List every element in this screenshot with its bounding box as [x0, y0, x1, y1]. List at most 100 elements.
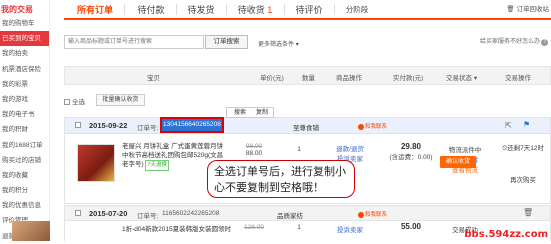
- order-tabs: 所有订单 待付款 待发货 待收货 1 待评价 分阶段 🗑 订单回收站: [64, 0, 551, 20]
- order-number-label: 订单号:: [137, 213, 159, 220]
- tab-pending-review[interactable]: 待评价: [290, 2, 328, 20]
- confirm-receipt-button[interactable]: 确认收货: [440, 156, 476, 168]
- col-ops: 商品操作: [336, 75, 362, 82]
- sidebar-item-games[interactable]: 我的游戏: [0, 92, 49, 107]
- share-icon[interactable]: ⇱: [505, 121, 512, 130]
- tab-divider: [226, 4, 227, 15]
- tab-all-orders[interactable]: 所有订单: [72, 2, 118, 20]
- col-qty: 数量: [302, 75, 315, 82]
- sidebar-item-cart[interactable]: 我的购物车: [0, 16, 49, 31]
- context-copy[interactable]: 复制: [256, 109, 268, 118]
- sidebar-item-finance[interactable]: 我的积财: [0, 122, 49, 137]
- sidebar-item-coupons[interactable]: 我的优惠信息: [0, 198, 49, 213]
- select-all-label: 全选: [72, 99, 85, 106]
- table-header: 宝贝 单价(元) 数量 商品操作 实付款(元) 交易状态 ▾ 交易操作: [64, 66, 551, 85]
- sidebar-title: 我的交易: [1, 5, 33, 14]
- batch-confirm-button[interactable]: 批量确认收货: [96, 94, 145, 106]
- help-link[interactable]: 给买家服务不好怎么办?: [480, 36, 549, 46]
- return-tag: 7天退换: [145, 160, 170, 171]
- tab-label: 所有订单: [76, 5, 113, 15]
- order-date: 2015-09-22: [89, 121, 128, 130]
- annotation-callout: 全选订单号后，进行复制小心不要复制到空格哦！: [207, 160, 355, 198]
- original-price: 128.00: [244, 224, 264, 231]
- order-number-label: 订单号:: [137, 125, 159, 132]
- sidebar-item-favorites[interactable]: 我的收藏: [0, 168, 49, 183]
- paid-amount: 29.80: [400, 142, 422, 151]
- product-title[interactable]: 1折-d04新款2015夏装韩版女装圆领时: [122, 223, 242, 233]
- tab-staged[interactable]: 分阶段: [340, 2, 374, 20]
- tab-divider: [334, 4, 335, 15]
- contact-label: 和我联系: [365, 124, 388, 130]
- tab-pending-shipment[interactable]: 待发货: [182, 2, 220, 20]
- help-label: 给买家服务不好怎么办: [480, 39, 541, 45]
- select-all[interactable]: 全选: [64, 96, 85, 106]
- order-header: 2015-07-20 订单号: 1165602242265208 品质家纺 和我…: [65, 206, 550, 221]
- recycle-bin-link[interactable]: 🗑 订单回收站: [506, 3, 549, 13]
- shop-name[interactable]: 品质家纺: [277, 210, 303, 220]
- order-number-selected[interactable]: 1304156640265208: [160, 117, 224, 133]
- order-checkbox[interactable]: [75, 122, 81, 128]
- tab-label: 待收货: [237, 5, 265, 15]
- col-actions: 交易操作: [505, 75, 531, 82]
- search-input[interactable]: [64, 35, 204, 49]
- flag-icon[interactable]: ⚑: [523, 120, 530, 129]
- buy-again-link[interactable]: 再次购买: [495, 174, 551, 184]
- col-item: 宝贝: [147, 75, 160, 82]
- countdown-text: 还剩7天12时: [507, 145, 544, 152]
- tab-pending-payment[interactable]: 待付款: [132, 2, 170, 20]
- col-status[interactable]: 交易状态 ▾: [446, 72, 477, 82]
- col-status-label: 交易状态: [446, 75, 472, 82]
- order-date: 2015-07-20: [89, 209, 128, 218]
- status-text: 物流派件中: [448, 147, 482, 154]
- sidebar-item-lottery[interactable]: 我的彩票: [0, 77, 49, 92]
- trash-icon[interactable]: 🗑: [523, 208, 533, 217]
- tab-divider: [284, 4, 285, 15]
- tab-label: 待评价: [295, 5, 323, 15]
- chat-icon: [358, 211, 364, 218]
- more-filters-label: 更多筛选条件: [258, 42, 295, 48]
- tab-label: 待发货: [187, 5, 215, 15]
- quantity: 1: [297, 224, 301, 231]
- chat-icon: [358, 123, 364, 130]
- sidebar-item-1688[interactable]: 我的1688订单: [0, 138, 49, 153]
- question-icon: ?: [541, 39, 549, 46]
- complain-link[interactable]: 投诉卖家: [329, 224, 371, 234]
- sidebar-item-ebooks[interactable]: 我的电子书: [0, 107, 49, 122]
- original-price: 98.00: [245, 143, 263, 150]
- col-paid: 实付款(元): [393, 75, 424, 82]
- product-image[interactable]: [77, 144, 115, 182]
- order-checkbox[interactable]: [75, 210, 81, 216]
- countdown: ⏲还剩7天12时: [495, 142, 551, 153]
- tab-pending-receipt[interactable]: 待收货 1: [232, 2, 278, 20]
- tab-divider: [124, 4, 125, 15]
- paid-cell: 29.80 (含运费：0.00): [385, 142, 437, 161]
- sidebar-item-points[interactable]: 我的积分: [0, 183, 49, 198]
- trash-icon: 🗑: [506, 6, 515, 13]
- sidebar-item-shops[interactable]: 购买过的店铺: [0, 153, 49, 168]
- paid-amount: 55.00: [400, 222, 422, 231]
- watermark: bbs.594zz.com: [464, 229, 548, 240]
- sidebar-item-bought[interactable]: 已买到的宝贝: [0, 31, 49, 47]
- contact-seller[interactable]: 和我联系: [358, 210, 387, 218]
- select-all-checkbox[interactable]: [64, 99, 70, 106]
- price-cell: 98.00 88.00: [234, 143, 274, 157]
- tab-label: 待付款: [137, 5, 165, 15]
- sidebar-item-auction[interactable]: 我的拍卖: [0, 46, 49, 61]
- chevron-down-icon: ▾: [295, 42, 299, 48]
- contact-seller[interactable]: 和我联系: [358, 122, 387, 130]
- shipping-note: (含运费：0.00): [389, 154, 433, 161]
- chevron-down-icon: ▾: [473, 75, 478, 82]
- context-search[interactable]: 搜索: [234, 109, 246, 118]
- recycle-label: 订单回收站: [516, 6, 550, 13]
- col-price: 单价(元): [260, 75, 284, 82]
- order-header: 2015-09-22 订单号: 1304156640265208 至尊食铺 和我…: [65, 117, 550, 134]
- context-menu: 搜索 复制: [226, 107, 274, 118]
- refund-link[interactable]: 退款/退货: [329, 143, 371, 153]
- order-number: 1165602242265208: [162, 210, 220, 217]
- product-image[interactable]: [12, 221, 50, 241]
- order-search-button[interactable]: 订单搜索: [205, 35, 248, 49]
- left-sidebar: 我的交易 我的购物车 已买到的宝贝 我的拍卖 机票酒店保险 我的彩票 我的游戏 …: [0, 0, 50, 241]
- shop-name[interactable]: 至尊食铺: [293, 122, 319, 132]
- more-filters-toggle[interactable]: 更多筛选条件 ▾: [258, 39, 299, 48]
- sidebar-item-travel[interactable]: 机票酒店保险: [0, 62, 49, 77]
